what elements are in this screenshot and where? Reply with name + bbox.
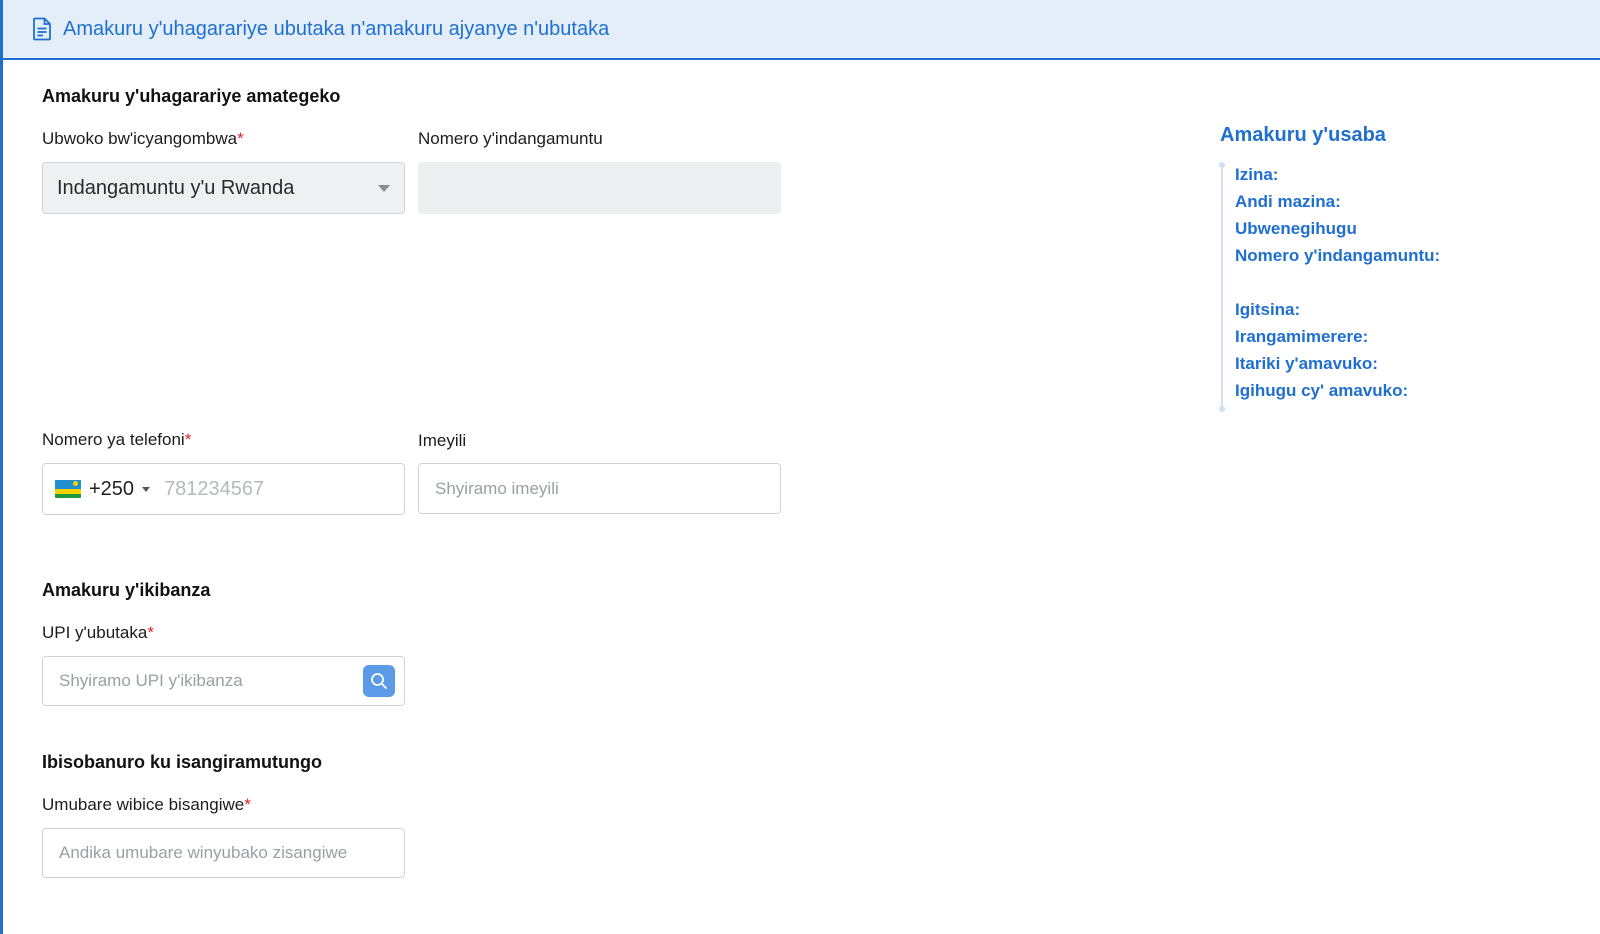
applicant-nationality: Ubwenegihugu [1235, 219, 1357, 238]
applicant-other-names: Andi mazina: [1235, 192, 1341, 211]
section-title-parcel: Amakuru y'ikibanza [42, 580, 211, 600]
id-type-select[interactable]: Indangamuntu y'u Rwanda [42, 162, 405, 214]
chevron-down-icon [378, 185, 390, 192]
search-button[interactable] [363, 665, 395, 697]
units-field[interactable] [42, 828, 405, 878]
required-mark: * [147, 623, 154, 642]
units-label: Umubare wibice bisangiwe* [42, 795, 251, 814]
email-input[interactable] [419, 464, 780, 513]
section-title-legal-rep: Amakuru y'uhagarariye amategeko [42, 86, 341, 106]
applicant-birth-country: Igihugu cy' amavuko: [1235, 381, 1409, 400]
applicant-name: Izina: [1235, 165, 1279, 184]
units-input[interactable] [43, 829, 404, 877]
chevron-down-icon[interactable] [142, 486, 151, 492]
id-number-field[interactable] [418, 162, 781, 214]
email-label: Imeyili [418, 431, 467, 450]
timeline-dot [1219, 406, 1225, 412]
timeline-dot [1219, 162, 1225, 168]
page: Amakuru y'uhagarariye ubutaka n'amakuru … [0, 0, 1600, 934]
country-code[interactable]: +250 [89, 478, 134, 501]
required-mark: * [184, 430, 192, 449]
upi-input[interactable] [43, 657, 353, 705]
applicant-birth-date: Itariki y'amavuko: [1235, 354, 1378, 373]
phone-input[interactable] [164, 477, 385, 501]
id-type-value: Indangamuntu y'u Rwanda [57, 176, 295, 199]
applicant-info-title: Amakuru y'usaba [1220, 124, 1386, 146]
required-mark: * [237, 129, 244, 148]
phone-field[interactable]: +250 [42, 463, 405, 515]
timeline-line [1221, 166, 1223, 408]
applicant-id-number: Nomero y'indangamuntu: [1235, 246, 1441, 265]
id-type-label: Ubwoko bw'icyangombwa* [42, 129, 244, 148]
applicant-marital-status: Irangamimerere: [1235, 327, 1369, 346]
document-icon [31, 17, 53, 41]
required-mark: * [244, 795, 251, 814]
upi-label: UPI y'ubutaka* [42, 623, 154, 642]
upi-field[interactable] [42, 656, 405, 706]
email-field[interactable] [418, 463, 781, 514]
page-title: Amakuru y'uhagarariye ubutaka n'amakuru … [63, 17, 610, 40]
applicant-gender: Igitsina: [1235, 300, 1301, 319]
phone-label: Nomero ya telefoni* [42, 430, 192, 449]
page-header: Amakuru y'uhagarariye ubutaka n'amakuru … [3, 0, 1600, 60]
search-icon [371, 673, 387, 689]
applicant-info-panel: Amakuru y'usaba Izina: Andi mazina: Ubwe… [1219, 124, 1440, 412]
id-number-label: Nomero y'indangamuntu [418, 129, 603, 148]
rwanda-flag-icon[interactable] [55, 480, 81, 498]
section-title-coownership: Ibisobanuro ku isangiramutungo [42, 752, 323, 772]
applicant-info-list: Izina: Andi mazina: Ubwenegihugu Nomero … [1219, 162, 1480, 412]
